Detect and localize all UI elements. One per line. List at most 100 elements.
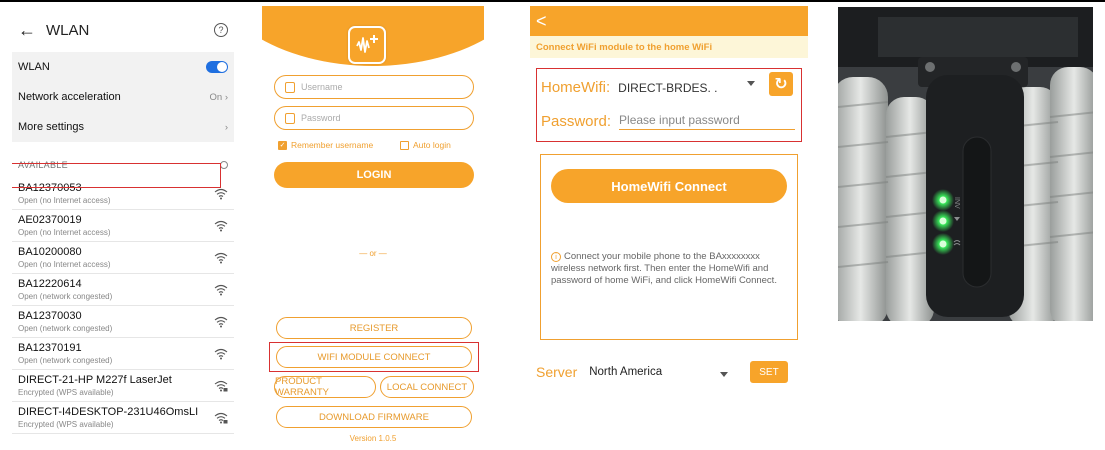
homewifi-select[interactable]: DIRECT-BRDES. . (618, 81, 717, 95)
network-ssid: BA10200080 (18, 246, 82, 258)
network-acceleration-row[interactable]: Network acceleration On › (12, 82, 234, 112)
network-status: Open (network congested) (18, 292, 113, 301)
wlan-header: ← WLAN ? (12, 8, 234, 52)
network-text: BA12220614 Open (network congested) (18, 278, 214, 301)
wifi-network-item[interactable]: DIRECT-I4DESKTOP-231U46OmsLI Encrypted (… (12, 402, 234, 434)
set-button[interactable]: SET (750, 361, 788, 383)
dropdown-caret-icon[interactable] (747, 81, 755, 86)
register-button[interactable]: REGISTER (276, 317, 472, 339)
password-placeholder: Password (301, 113, 341, 123)
wifi-signal-icon (214, 380, 228, 391)
network-text: BA10200080 Open (no Internet access) (18, 246, 214, 269)
password-row: Password: Please input password (541, 113, 796, 130)
network-status: Encrypted (WPS available) (18, 388, 114, 397)
homewifi-screen: < Connect WiFi module to the home WiFi H… (530, 6, 808, 444)
network-text: BA12370030 Open (network congested) (18, 310, 214, 333)
wlan-label: WLAN (18, 61, 50, 73)
network-acceleration-value: On (209, 91, 223, 103)
network-status: Open (network congested) (18, 356, 113, 365)
version-label: Version 1.0.5 (349, 434, 397, 443)
wifi-signal-icon (214, 348, 228, 359)
network-status: Open (network congested) (18, 324, 113, 333)
checked-icon: ✓ (278, 140, 287, 150)
wlan-screen: ← WLAN ? WLAN Network acceleration On › … (12, 8, 234, 442)
network-status: Open (no Internet access) (18, 228, 111, 237)
phone-icon (285, 81, 295, 93)
highlight-box-wifi-module (269, 342, 479, 372)
wifi-signal-icon (214, 412, 228, 423)
network-text: AE02370019 Open (no Internet access) (18, 214, 214, 237)
page-title: WLAN (46, 21, 90, 39)
subtitle-banner: Connect WiFi module to the home WiFi (530, 36, 808, 58)
network-ssid: AE02370019 (18, 214, 82, 226)
remember-username-label: Remember username (291, 140, 374, 150)
unchecked-icon (400, 140, 409, 150)
server-select[interactable]: North America (589, 366, 662, 378)
photo-illustration: INV (838, 7, 1093, 321)
back-chevron-icon[interactable]: < (536, 11, 547, 32)
instruction-text: i Connect your mobile phone to the BAxxxx… (551, 251, 791, 287)
wifi-network-item[interactable]: AE02370019 Open (no Internet access) (12, 210, 234, 242)
remember-username-checkbox[interactable]: ✓ Remember username (278, 140, 373, 150)
product-warranty-button[interactable]: PRODUCT WARRANTY (274, 376, 376, 398)
username-placeholder: Username (301, 82, 343, 92)
more-settings-label: More settings (18, 121, 85, 133)
download-firmware-button[interactable]: DOWNLOAD FIRMWARE (276, 406, 472, 428)
app-logo-icon (356, 35, 378, 53)
password-label: Password: (541, 113, 612, 130)
connect-panel: HomeWifi Connect i Connect your mobile ph… (540, 154, 798, 340)
or-divider: — or — (359, 249, 387, 258)
instruction-body: Connect your mobile phone to the BAxxxxx… (551, 251, 777, 286)
server-row: Server North America SET (536, 361, 788, 383)
wlan-toggle[interactable] (206, 61, 228, 73)
wifi-signal-icon (214, 316, 228, 327)
back-arrow-icon[interactable]: ← (18, 20, 36, 41)
wifi-network-item[interactable]: BA10200080 Open (no Internet access) (12, 242, 234, 274)
settings-card: WLAN Network acceleration On › More sett… (12, 52, 234, 142)
homewifi-credentials-box: HomeWifi: DIRECT-BRDES. . ↻ Password: Pl… (536, 68, 802, 142)
wifi-module-device (918, 57, 1028, 317)
wifi-signal-icon (214, 252, 228, 263)
wifi-network-item[interactable]: BA12370191 Open (network congested) (12, 338, 234, 370)
wifi-network-item[interactable]: BA12370030 Open (network congested) (12, 306, 234, 338)
network-text: BA12370191 Open (network congested) (18, 342, 214, 365)
homewifi-connect-button[interactable]: HomeWifi Connect (551, 169, 787, 203)
login-screen: Username Password ✓ Remember username Au… (262, 6, 484, 444)
refresh-icon: ↻ (774, 76, 788, 93)
server-label: Server (536, 364, 578, 380)
wifi-network-item[interactable]: BA12220614 Open (network congested) (12, 274, 234, 306)
network-status: Encrypted (WPS available) (18, 420, 114, 429)
lock-icon (285, 112, 295, 124)
help-icon[interactable]: ? (214, 23, 228, 37)
wifi-signal-icon (214, 220, 228, 231)
network-ssid: DIRECT-21-HP M227f LaserJet (18, 374, 172, 386)
top-rule (0, 0, 1105, 2)
network-ssid: DIRECT-I4DESKTOP-231U46OmsLI (18, 406, 199, 418)
homewifi-label: HomeWifi: (541, 79, 611, 96)
chevron-right-icon: › (224, 121, 228, 133)
network-text: DIRECT-I4DESKTOP-231U46OmsLI Encrypted (… (18, 406, 214, 429)
password-input[interactable]: Password (274, 106, 474, 130)
info-icon: i (551, 252, 561, 262)
scanning-icon (220, 161, 228, 169)
network-text: DIRECT-21-HP M227f LaserJet Encrypted (W… (18, 374, 214, 397)
login-button[interactable]: LOGIN (274, 162, 474, 188)
inv-label: INV (953, 197, 960, 209)
wlan-toggle-row[interactable]: WLAN (12, 52, 234, 82)
app-logo (348, 26, 386, 64)
network-ssid: BA12370191 (18, 342, 82, 354)
wifi-network-item[interactable]: DIRECT-21-HP M227f LaserJet Encrypted (W… (12, 370, 234, 402)
dropdown-caret-icon[interactable] (720, 372, 728, 377)
more-settings-row[interactable]: More settings › (12, 112, 234, 142)
local-connect-button[interactable]: LOCAL CONNECT (380, 376, 474, 398)
network-list: BA12370053 Open (no Internet access) AE0… (12, 178, 234, 434)
username-input[interactable]: Username (274, 75, 474, 99)
top-bar: < (530, 6, 808, 36)
auto-login-checkbox[interactable]: Auto login (400, 140, 451, 150)
chevron-right-icon: › (222, 91, 228, 103)
wifi-signal-icon (214, 284, 228, 295)
network-status: Open (no Internet access) (18, 196, 111, 205)
refresh-button[interactable]: ↻ (769, 72, 793, 96)
homewifi-row: HomeWifi: DIRECT-BRDES. . (541, 79, 718, 96)
password-field[interactable]: Please input password (619, 113, 796, 130)
